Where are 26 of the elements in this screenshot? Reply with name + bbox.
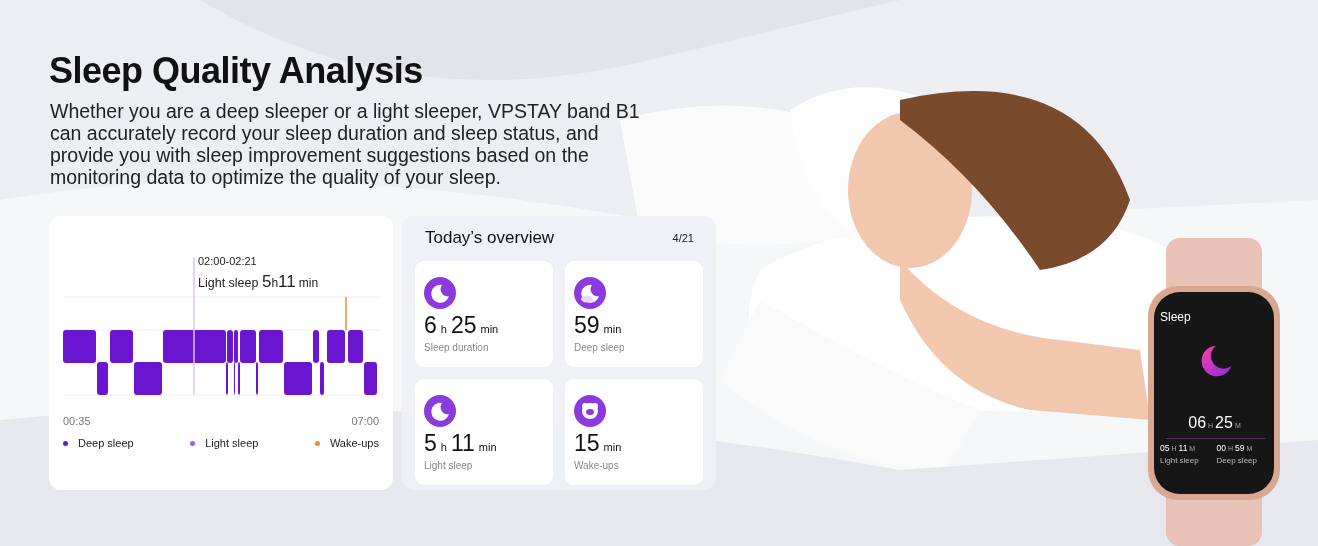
moon-icon bbox=[424, 395, 456, 427]
watch-detail-label: Deep sleep bbox=[1216, 456, 1258, 465]
overview-date: 4/21 bbox=[672, 232, 694, 244]
stat-value: 6 h 25 min bbox=[424, 312, 500, 339]
axis-label: 00:35 bbox=[63, 415, 91, 427]
stat-label: Sleep duration bbox=[424, 342, 490, 353]
stat-value: 59 min bbox=[574, 312, 623, 339]
legend-label: Light sleep bbox=[205, 437, 259, 449]
overview-title: Today’s overview bbox=[425, 228, 555, 248]
stat-label: Light sleep bbox=[424, 460, 474, 471]
stat-value: 5 h 11 min bbox=[424, 430, 498, 457]
heading: Sleep Quality Analysis bbox=[49, 50, 424, 92]
moon-cloud-icon bbox=[574, 277, 606, 309]
legend-label: Wake-ups bbox=[329, 437, 379, 449]
stat-label: Deep sleep bbox=[574, 342, 626, 353]
time-range-label: 02:00-02:21 bbox=[198, 255, 258, 267]
legend-label: Deep sleep bbox=[78, 437, 134, 449]
tooltip-value: Light sleep 5h11 min bbox=[198, 272, 319, 292]
stat-label: Wake-ups bbox=[574, 460, 620, 471]
stat-value: 15 min bbox=[574, 430, 623, 457]
axis-label: 07:00 bbox=[351, 415, 379, 427]
watch-title: Sleep bbox=[1160, 310, 1191, 324]
watch-detail-label: Light sleep bbox=[1160, 456, 1200, 465]
sheep-icon bbox=[574, 395, 606, 427]
description: Whether you are a deep sleeper or a light sleeper, VPSTAY band B1 can accurately record your sleep duration and sleep status, and provide you with sleep improvement suggestions based on the monitoring data to optimize the quality of your sleep. bbox=[50, 100, 641, 188]
moon-icon bbox=[424, 277, 456, 309]
